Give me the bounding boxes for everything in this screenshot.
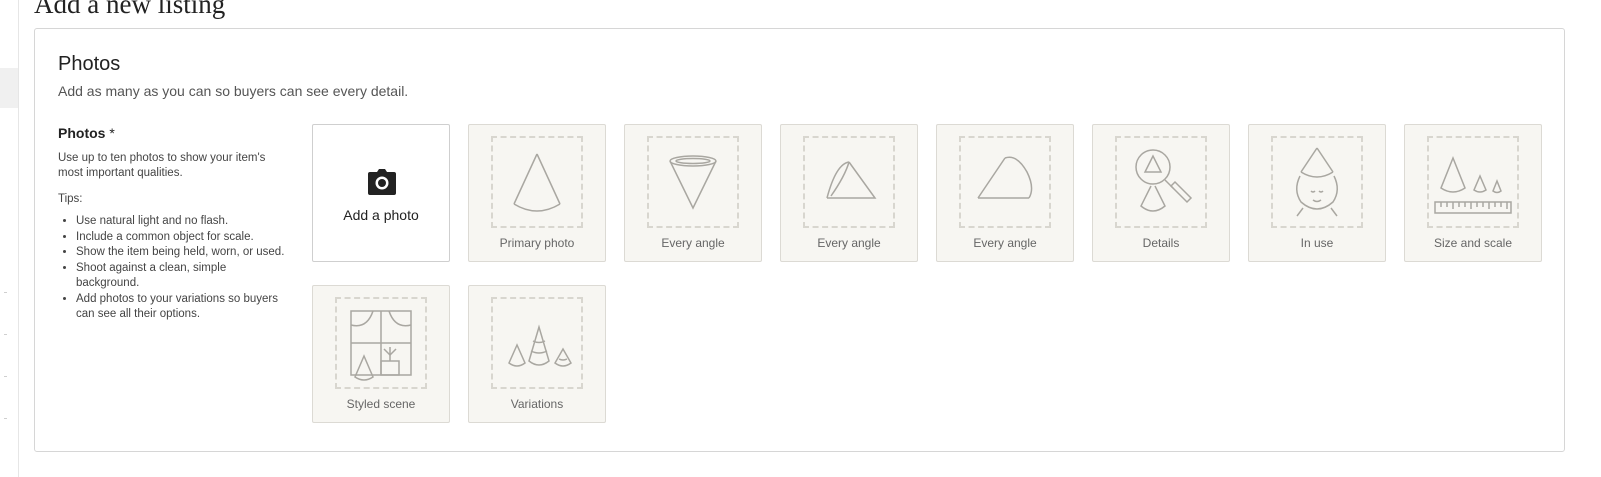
tips-label: Tips: xyxy=(58,193,83,205)
tip-item: Shoot against a clean, simple background… xyxy=(76,261,290,292)
photo-slot-styled-scene[interactable]: Styled scene xyxy=(312,285,450,423)
window-scene-icon xyxy=(350,310,412,381)
slot-caption: Every angle xyxy=(817,236,881,250)
slot-caption: Every angle xyxy=(973,236,1037,250)
cone-upright-icon xyxy=(513,153,561,212)
sidebar-tick xyxy=(4,418,7,419)
slot-caption: Every angle xyxy=(661,236,725,250)
camera-icon xyxy=(368,169,396,195)
tip-item: Show the item being held, worn, or used. xyxy=(76,245,290,261)
photos-description: Use up to ten photos to show your item's… xyxy=(58,152,266,179)
cone-side-icon xyxy=(977,156,1033,199)
sidebar-tick xyxy=(4,292,7,293)
photos-field-label: Photos * xyxy=(58,125,290,141)
magnifier-cone-icon xyxy=(1135,149,1193,212)
tip-item: Add photos to your variations so buyers … xyxy=(76,292,290,323)
tip-item: Use natural light and no flash. xyxy=(76,214,290,230)
three-cones-icon xyxy=(508,324,572,367)
cone-tilted-icon xyxy=(826,161,877,199)
photo-slot-details[interactable]: Details xyxy=(1092,124,1230,262)
cones-ruler-icon xyxy=(1434,155,1512,214)
tips-list: Use natural light and no flash. Include … xyxy=(58,214,290,323)
photos-label-text: Photos xyxy=(58,125,106,141)
photo-slot-primary[interactable]: Primary photo xyxy=(468,124,606,262)
photo-slot-in-use[interactable]: In use xyxy=(1248,124,1386,262)
sidebar-active-item[interactable] xyxy=(0,68,18,108)
slot-caption: Styled scene xyxy=(346,397,416,411)
slot-caption: Details xyxy=(1142,236,1180,250)
add-photo-button[interactable]: Add a photo xyxy=(312,124,450,262)
photo-slot-variations[interactable]: Variations xyxy=(468,285,606,423)
sidebar-edge xyxy=(0,0,19,477)
slot-caption: Variations xyxy=(510,397,564,411)
slot-caption: Primary photo xyxy=(499,236,575,250)
photo-slot-size-scale[interactable]: Size and scale xyxy=(1404,124,1542,262)
cone-inverted-icon xyxy=(669,155,717,210)
slot-caption: Size and scale xyxy=(1433,236,1513,250)
cone-hat-face-icon xyxy=(1296,147,1338,217)
section-subtitle: Add as many as you can so buyers can see… xyxy=(58,83,409,99)
page-title: Add a new listing xyxy=(34,0,226,19)
section-title: Photos xyxy=(58,53,121,75)
add-photo-label: Add a photo xyxy=(343,207,419,223)
photo-slot-every-angle-2[interactable]: Every angle xyxy=(780,124,918,262)
tip-item: Include a common object for scale. xyxy=(76,230,290,246)
photo-slot-every-angle-1[interactable]: Every angle xyxy=(624,124,762,262)
photo-slot-every-angle-3[interactable]: Every angle xyxy=(936,124,1074,262)
required-marker: * xyxy=(109,125,115,141)
sidebar-tick xyxy=(4,376,7,377)
photo-guidelines: Photos * Use up to ten photos to show yo… xyxy=(58,125,290,323)
slot-caption: In use xyxy=(1300,236,1334,250)
sidebar-tick xyxy=(4,334,7,335)
photos-card: Photos Add as many as you can so buyers … xyxy=(34,28,1565,452)
